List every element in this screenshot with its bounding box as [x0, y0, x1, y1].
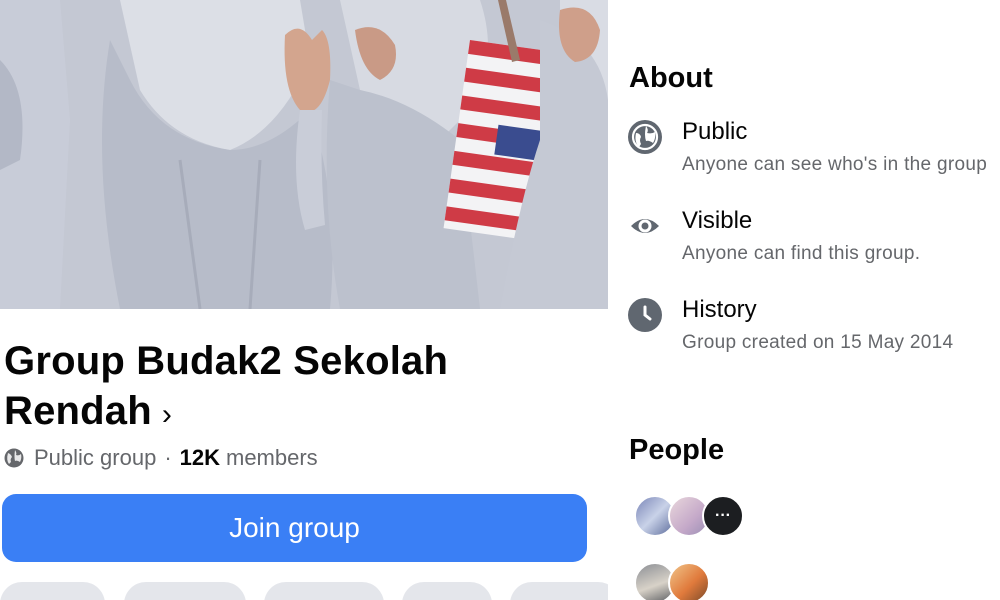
group-meta-line: Public group · 12K members: [4, 442, 318, 474]
about-item-label: History: [682, 296, 757, 323]
action-chip[interactable]: [510, 582, 608, 600]
member-avatar-stack[interactable]: [634, 562, 724, 600]
about-section-title: About: [629, 62, 713, 94]
about-item-history: History Group created on 15 May 2014: [628, 296, 1000, 360]
group-about-panel: About Public Anyone can see who's in the…: [608, 0, 1000, 600]
back-arrow-icon[interactable]: [633, 0, 655, 12]
members-label[interactable]: members: [226, 445, 318, 471]
globe-icon: [628, 120, 662, 154]
about-item-label: Visible: [682, 207, 753, 234]
meta-separator: ·: [164, 445, 172, 470]
clock-icon: [628, 298, 662, 332]
group-name[interactable]: Group Budak2 Sekolah Rendah: [4, 339, 448, 433]
globe-icon: [4, 448, 24, 468]
about-item-label: Public: [682, 118, 748, 145]
action-chip[interactable]: [264, 582, 384, 600]
eye-icon: [628, 209, 662, 243]
more-icon: ···: [715, 507, 731, 524]
chevron-right-icon[interactable]: ›: [162, 398, 172, 431]
action-chip[interactable]: [402, 582, 492, 600]
member-avatar-stack[interactable]: ···: [634, 495, 764, 539]
group-title[interactable]: Group Budak2 Sekolah Rendah ›: [4, 336, 594, 440]
avatar[interactable]: [668, 562, 710, 600]
group-main-panel: Group Budak2 Sekolah Rendah › Public grou…: [0, 0, 608, 600]
member-count[interactable]: 12K: [180, 445, 220, 471]
join-group-button[interactable]: Join group: [2, 494, 587, 562]
action-chip[interactable]: [0, 582, 105, 600]
about-item-public: Public Anyone can see who's in the group: [628, 118, 1000, 182]
about-item-visible: Visible Anyone can find this group.: [628, 207, 1000, 271]
action-chip[interactable]: [124, 582, 246, 600]
cover-photo-illustration: [0, 0, 608, 309]
group-privacy-label: Public group: [34, 445, 157, 470]
more-members-avatar[interactable]: ···: [702, 495, 744, 537]
about-item-description: Anyone can see who's in the group: [682, 154, 988, 175]
people-section-title: People: [629, 434, 725, 466]
about-item-description: Group created on 15 May 2014: [682, 332, 954, 353]
about-item-description: Anyone can find this group.: [682, 243, 921, 264]
group-cover-photo[interactable]: [0, 0, 608, 309]
